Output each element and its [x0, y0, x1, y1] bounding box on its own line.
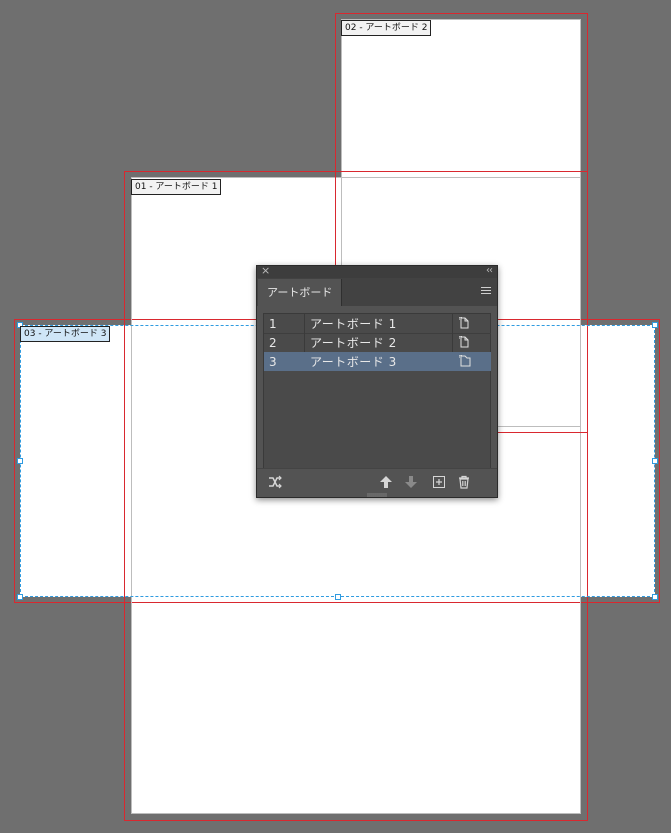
- panel-menu-icon[interactable]: [481, 287, 491, 296]
- column-divider: [304, 333, 305, 352]
- column-divider: [304, 314, 305, 333]
- selection-handle[interactable]: [652, 458, 658, 464]
- row-number: 2: [269, 336, 277, 350]
- rearrange-icon[interactable]: [268, 475, 282, 489]
- artboard-options-icon[interactable]: [459, 355, 471, 367]
- column-divider: [452, 352, 453, 371]
- close-icon[interactable]: ×: [261, 265, 270, 277]
- column-divider: [452, 314, 453, 333]
- row-name[interactable]: アートボード 2: [310, 334, 397, 352]
- resize-grip-icon[interactable]: [367, 493, 387, 497]
- delete-icon[interactable]: [457, 475, 471, 489]
- panel-tab-bar: アートボード: [257, 278, 497, 306]
- panel-title-bar[interactable]: × ‹‹: [257, 265, 497, 278]
- list-item[interactable]: 2 アートボード 2: [264, 333, 491, 352]
- artboards-panel: × ‹‹ アートボード 1 アートボード 1 2 アートボード 2 3 アートボ…: [256, 265, 498, 498]
- selection-handle[interactable]: [335, 594, 341, 600]
- selection-handle[interactable]: [17, 458, 23, 464]
- artboard-options-icon[interactable]: [459, 317, 469, 329]
- panel-footer: [257, 468, 497, 497]
- selection-handle[interactable]: [652, 594, 658, 600]
- selection-handle[interactable]: [652, 322, 658, 328]
- row-name[interactable]: アートボード 3: [310, 353, 397, 371]
- artboard-1-label[interactable]: 01 - アートボード 1: [131, 179, 222, 195]
- move-down-icon[interactable]: [404, 475, 418, 489]
- bleed-line: [124, 171, 588, 172]
- list-item-selected[interactable]: 3 アートボード 3: [264, 352, 491, 371]
- collapse-icon[interactable]: ‹‹: [486, 265, 493, 277]
- artboard-2-label[interactable]: 02 - アートボード 2: [341, 20, 432, 36]
- column-divider: [304, 352, 305, 371]
- artboard-list: 1 アートボード 1 2 アートボード 2 3 アートボード 3: [263, 313, 491, 471]
- move-up-icon[interactable]: [379, 475, 393, 489]
- artboard-options-icon[interactable]: [459, 336, 469, 348]
- selection-handle[interactable]: [17, 594, 23, 600]
- new-artboard-icon[interactable]: [432, 475, 446, 489]
- column-divider: [452, 333, 453, 352]
- artboard-3-label[interactable]: 03 - アートボード 3: [20, 326, 111, 342]
- tab-artboards[interactable]: アートボード: [258, 279, 343, 306]
- row-number: 3: [269, 355, 277, 369]
- row-name[interactable]: アートボード 1: [310, 315, 397, 333]
- row-number: 1: [269, 317, 277, 331]
- list-item[interactable]: 1 アートボード 1: [264, 314, 491, 333]
